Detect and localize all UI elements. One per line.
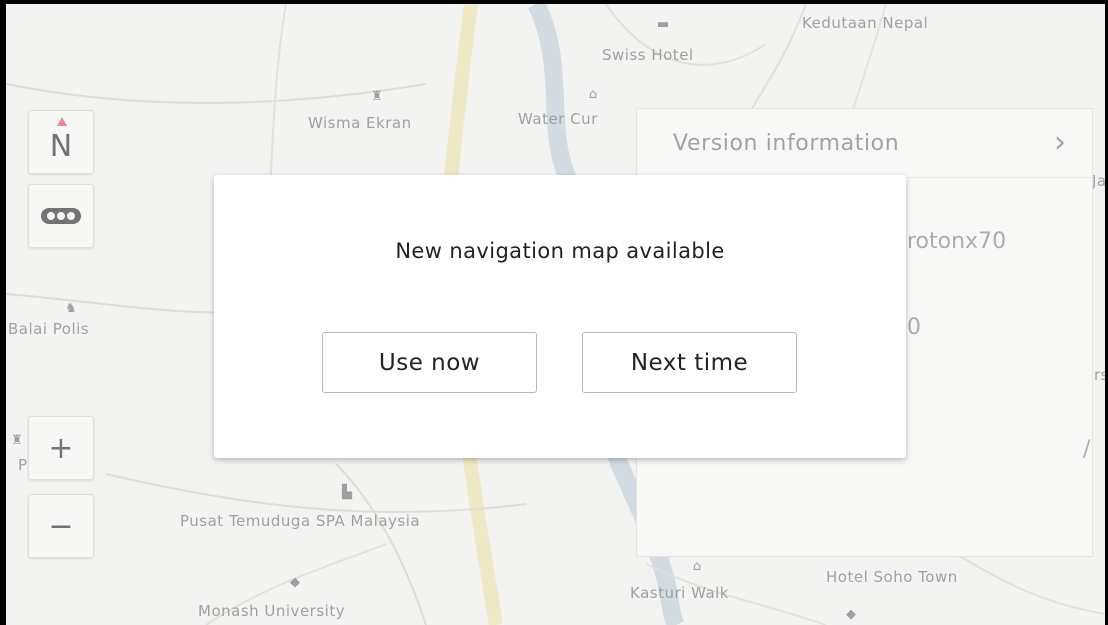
use-now-button[interactable]: Use now bbox=[322, 332, 537, 393]
map-update-dialog: New navigation map available Use now Nex… bbox=[214, 175, 906, 458]
dialog-message: New navigation map available bbox=[395, 239, 725, 263]
frame-left bbox=[0, 0, 6, 625]
frame-top bbox=[0, 0, 1108, 4]
navigation-app: ▬ Swiss Hotel Kedutaan Nepal ♜ Wisma Ekr… bbox=[0, 0, 1108, 625]
next-time-button[interactable]: Next time bbox=[582, 332, 797, 393]
